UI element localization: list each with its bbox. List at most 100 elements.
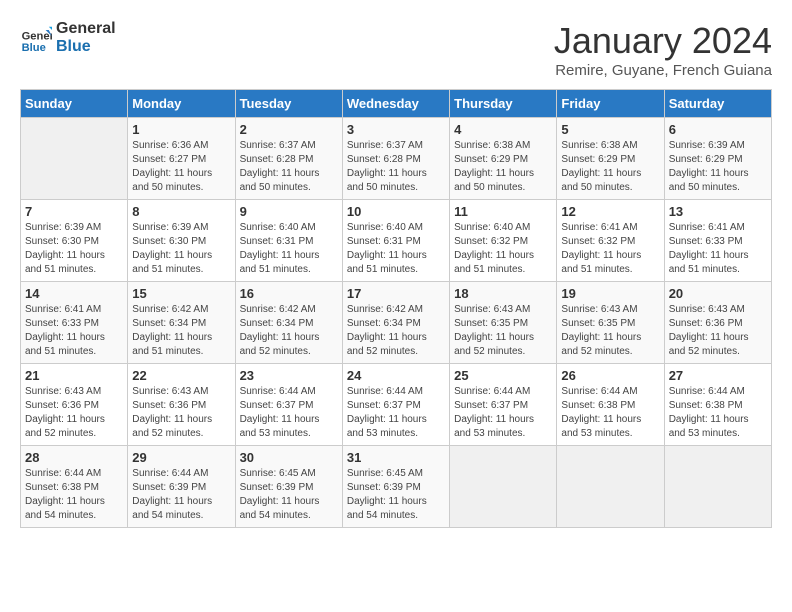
- calendar-cell: 11 Sunrise: 6:40 AM Sunset: 6:32 PM Dayli…: [450, 200, 557, 282]
- header: General Blue General Blue January 2024 R…: [20, 20, 772, 79]
- day-info: Sunrise: 6:43 AM Sunset: 6:36 PM Dayligh…: [25, 385, 123, 441]
- day-info: Sunrise: 6:43 AM Sunset: 6:35 PM Dayligh…: [454, 303, 552, 359]
- day-number: 29: [132, 450, 230, 465]
- day-number: 21: [25, 368, 123, 383]
- calendar-cell: 7 Sunrise: 6:39 AM Sunset: 6:30 PM Daylig…: [21, 200, 128, 282]
- day-info: Sunrise: 6:39 AM Sunset: 6:30 PM Dayligh…: [25, 221, 123, 277]
- calendar-cell: 22Sunrise: 6:43 AM Sunset: 6:36 PM Dayli…: [128, 364, 235, 446]
- calendar-cell: 16 Sunrise: 6:42 AM Sunset: 6:34 PM Dayli…: [235, 282, 342, 364]
- calendar-header-row: SundayMondayTuesdayWednesdayThursdayFrid…: [21, 90, 772, 118]
- calendar-cell: 17 Sunrise: 6:42 AM Sunset: 6:34 PM Dayli…: [342, 282, 449, 364]
- day-number: 14: [25, 286, 123, 301]
- day-info: Sunrise: 6:42 AM Sunset: 6:34 PM Dayligh…: [240, 303, 338, 359]
- weekday-header: Sunday: [21, 90, 128, 118]
- day-info: Sunrise: 6:39 AM Sunset: 6:29 PM Dayligh…: [669, 139, 767, 195]
- calendar-cell: 8 Sunrise: 6:39 AM Sunset: 6:30 PM Daylig…: [128, 200, 235, 282]
- weekday-header: Wednesday: [342, 90, 449, 118]
- day-info: Sunrise: 6:40 AM Sunset: 6:31 PM Dayligh…: [240, 221, 338, 277]
- calendar-cell: 27 Sunrise: 6:44 AM Sunset: 6:38 PM Dayli…: [664, 364, 771, 446]
- calendar-cell: 9 Sunrise: 6:40 AM Sunset: 6:31 PM Daylig…: [235, 200, 342, 282]
- day-number: 7: [25, 204, 123, 219]
- calendar-cell: 21 Sunrise: 6:43 AM Sunset: 6:36 PM Dayli…: [21, 364, 128, 446]
- day-number: 9: [240, 204, 338, 219]
- day-number: 2: [240, 122, 338, 137]
- day-info: Sunrise: 6:44 AM Sunset: 6:37 PM Dayligh…: [347, 385, 445, 441]
- calendar-cell: 30 Sunrise: 6:45 AM Sunset: 6:39 PM Dayli…: [235, 446, 342, 528]
- calendar-cell: 10 Sunrise: 6:40 AM Sunset: 6:31 PM Dayli…: [342, 200, 449, 282]
- day-info: Sunrise: 6:41 AM Sunset: 6:33 PM Dayligh…: [669, 221, 767, 277]
- day-info: Sunrise: 6:42 AM Sunset: 6:34 PM Dayligh…: [347, 303, 445, 359]
- day-number: 4: [454, 122, 552, 137]
- day-info: Sunrise: 6:39 AM Sunset: 6:30 PM Dayligh…: [132, 221, 230, 277]
- day-info: Sunrise: 6:45 AM Sunset: 6:39 PM Dayligh…: [347, 467, 445, 523]
- calendar-cell: 19 Sunrise: 6:43 AM Sunset: 6:35 PM Dayli…: [557, 282, 664, 364]
- calendar-week-row: 1Sunrise: 6:36 AM Sunset: 6:27 PM Daylig…: [21, 118, 772, 200]
- day-info: Sunrise: 6:44 AM Sunset: 6:38 PM Dayligh…: [25, 467, 123, 523]
- day-info: Sunrise: 6:44 AM Sunset: 6:39 PM Dayligh…: [132, 467, 230, 523]
- day-info: Sunrise: 6:41 AM Sunset: 6:32 PM Dayligh…: [561, 221, 659, 277]
- day-number: 15: [132, 286, 230, 301]
- calendar-cell: [664, 446, 771, 528]
- calendar-cell: 20Sunrise: 6:43 AM Sunset: 6:36 PM Dayli…: [664, 282, 771, 364]
- day-info: Sunrise: 6:40 AM Sunset: 6:31 PM Dayligh…: [347, 221, 445, 277]
- day-number: 31: [347, 450, 445, 465]
- weekday-header: Thursday: [450, 90, 557, 118]
- day-number: 25: [454, 368, 552, 383]
- day-info: Sunrise: 6:40 AM Sunset: 6:32 PM Dayligh…: [454, 221, 552, 277]
- day-info: Sunrise: 6:38 AM Sunset: 6:29 PM Dayligh…: [454, 139, 552, 195]
- weekday-header: Monday: [128, 90, 235, 118]
- calendar-cell: 25 Sunrise: 6:44 AM Sunset: 6:37 PM Dayli…: [450, 364, 557, 446]
- day-number: 12: [561, 204, 659, 219]
- calendar-cell: [450, 446, 557, 528]
- day-number: 27: [669, 368, 767, 383]
- day-number: 26: [561, 368, 659, 383]
- calendar-cell: 5 Sunrise: 6:38 AM Sunset: 6:29 PM Daylig…: [557, 118, 664, 200]
- day-number: 22: [132, 368, 230, 383]
- day-info: Sunrise: 6:44 AM Sunset: 6:37 PM Dayligh…: [454, 385, 552, 441]
- calendar-cell: 15 Sunrise: 6:42 AM Sunset: 6:34 PM Dayli…: [128, 282, 235, 364]
- day-number: 10: [347, 204, 445, 219]
- calendar-cell: 26 Sunrise: 6:44 AM Sunset: 6:38 PM Dayli…: [557, 364, 664, 446]
- day-info: Sunrise: 6:37 AM Sunset: 6:28 PM Dayligh…: [240, 139, 338, 195]
- day-info: Sunrise: 6:43 AM Sunset: 6:36 PM Dayligh…: [669, 303, 767, 359]
- day-info: Sunrise: 6:43 AM Sunset: 6:35 PM Dayligh…: [561, 303, 659, 359]
- calendar-cell: 13Sunrise: 6:41 AM Sunset: 6:33 PM Dayli…: [664, 200, 771, 282]
- svg-text:General: General: [22, 31, 52, 43]
- calendar-cell: [21, 118, 128, 200]
- calendar-cell: 2 Sunrise: 6:37 AM Sunset: 6:28 PM Daylig…: [235, 118, 342, 200]
- day-number: 3: [347, 122, 445, 137]
- day-number: 17: [347, 286, 445, 301]
- calendar-body: 1Sunrise: 6:36 AM Sunset: 6:27 PM Daylig…: [21, 118, 772, 528]
- day-info: Sunrise: 6:44 AM Sunset: 6:37 PM Dayligh…: [240, 385, 338, 441]
- calendar-cell: 29 Sunrise: 6:44 AM Sunset: 6:39 PM Dayli…: [128, 446, 235, 528]
- day-number: 30: [240, 450, 338, 465]
- day-info: Sunrise: 6:45 AM Sunset: 6:39 PM Dayligh…: [240, 467, 338, 523]
- calendar-cell: 3 Sunrise: 6:37 AM Sunset: 6:28 PM Daylig…: [342, 118, 449, 200]
- svg-text:Blue: Blue: [22, 42, 46, 54]
- location-subtitle: Remire, Guyane, French Guiana: [554, 62, 772, 79]
- calendar-cell: 4 Sunrise: 6:38 AM Sunset: 6:29 PM Daylig…: [450, 118, 557, 200]
- day-number: 19: [561, 286, 659, 301]
- day-info: Sunrise: 6:37 AM Sunset: 6:28 PM Dayligh…: [347, 139, 445, 195]
- calendar-cell: 31 Sunrise: 6:45 AM Sunset: 6:39 PM Dayli…: [342, 446, 449, 528]
- day-info: Sunrise: 6:42 AM Sunset: 6:34 PM Dayligh…: [132, 303, 230, 359]
- day-number: 16: [240, 286, 338, 301]
- calendar-cell: [557, 446, 664, 528]
- day-info: Sunrise: 6:44 AM Sunset: 6:38 PM Dayligh…: [669, 385, 767, 441]
- logo-general: General: [56, 20, 116, 38]
- day-number: 23: [240, 368, 338, 383]
- day-number: 5: [561, 122, 659, 137]
- day-number: 28: [25, 450, 123, 465]
- calendar-cell: 18Sunrise: 6:43 AM Sunset: 6:35 PM Dayli…: [450, 282, 557, 364]
- day-info: Sunrise: 6:44 AM Sunset: 6:38 PM Dayligh…: [561, 385, 659, 441]
- weekday-header: Tuesday: [235, 90, 342, 118]
- day-number: 24: [347, 368, 445, 383]
- calendar-cell: 12 Sunrise: 6:41 AM Sunset: 6:32 PM Dayli…: [557, 200, 664, 282]
- day-number: 8: [132, 204, 230, 219]
- calendar-week-row: 21 Sunrise: 6:43 AM Sunset: 6:36 PM Dayli…: [21, 364, 772, 446]
- day-number: 11: [454, 204, 552, 219]
- day-info: Sunrise: 6:38 AM Sunset: 6:29 PM Dayligh…: [561, 139, 659, 195]
- weekday-header: Saturday: [664, 90, 771, 118]
- title-area: January 2024 Remire, Guyane, French Guia…: [554, 20, 772, 79]
- weekday-header: Friday: [557, 90, 664, 118]
